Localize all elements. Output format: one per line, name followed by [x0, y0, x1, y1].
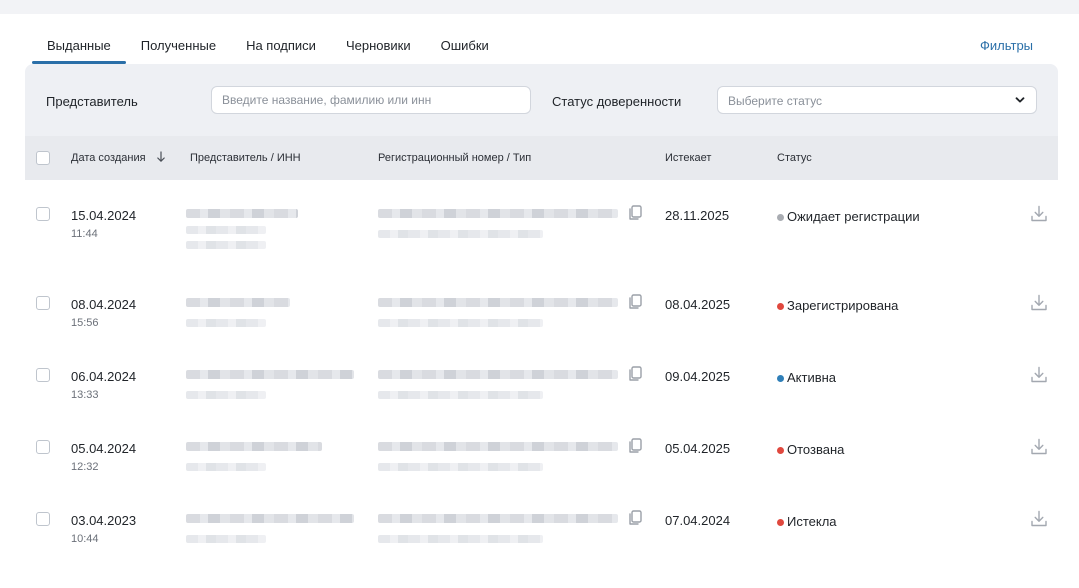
redacted-type [378, 230, 543, 238]
copy-icon[interactable] [626, 437, 644, 455]
row-expires: 08.04.2025 [665, 297, 731, 312]
status-dot [777, 303, 784, 310]
tab-errors[interactable]: Ошибки [426, 28, 504, 64]
tab-drafts[interactable]: Черновики [331, 28, 426, 64]
download-icon[interactable] [1029, 293, 1049, 313]
representative-label: Представитель [46, 94, 138, 109]
table-row[interactable]: 06.04.2024 13:33 09.04.2025 Активна [25, 366, 1058, 409]
status-dot [777, 375, 784, 382]
redacted-type [378, 319, 543, 327]
redacted-representative [186, 298, 290, 307]
redacted-reg-number [378, 514, 618, 523]
status-select[interactable]: Выберите статус [717, 86, 1037, 114]
row-time: 15:56 [71, 317, 99, 329]
redacted-inn [186, 319, 266, 327]
row-expires: 07.04.2024 [665, 513, 731, 528]
header-date[interactable]: Дата создания [71, 152, 146, 164]
copy-icon[interactable] [626, 204, 644, 222]
row-time: 10:44 [71, 533, 99, 545]
status-badge: Зарегистрирована [777, 297, 927, 315]
redacted-type [378, 463, 543, 471]
redacted-type [378, 535, 543, 543]
row-time: 13:33 [71, 389, 99, 401]
redacted-representative [186, 226, 266, 234]
header-representative: Представитель / ИНН [190, 152, 301, 164]
redacted-representative [186, 370, 354, 379]
row-expires: 28.11.2025 [665, 208, 730, 223]
tab-received[interactable]: Полученные [126, 28, 231, 64]
tab-for-signature[interactable]: На подписи [231, 28, 331, 64]
tab-bar: Выданные Полученные На подписи Черновики… [32, 28, 504, 64]
table-row[interactable]: 15.04.2024 11:44 28.11.2025 Ожидает реги… [25, 205, 1058, 268]
redacted-representative [186, 442, 322, 451]
select-all-checkbox[interactable] [36, 151, 50, 165]
download-icon[interactable] [1029, 204, 1049, 224]
table-row[interactable]: 08.04.2024 15:56 08.04.2025 Зарегистриро… [25, 294, 1058, 337]
row-date: 03.04.2023 [71, 513, 137, 528]
download-icon[interactable] [1029, 437, 1049, 457]
status-badge: Ожидает регистрации [777, 208, 927, 226]
redacted-inn [186, 535, 266, 543]
redacted-inn [186, 241, 266, 249]
arrow-down-icon[interactable] [156, 151, 166, 163]
row-checkbox[interactable] [36, 368, 50, 382]
redacted-inn [186, 391, 266, 399]
row-date: 08.04.2024 [71, 297, 137, 312]
status-text: Ожидает регистрации [787, 209, 920, 224]
table-row[interactable]: 03.04.2023 10:44 07.04.2024 Истекла [25, 510, 1058, 553]
header-expires: Истекает [665, 152, 712, 164]
redacted-representative [186, 209, 298, 218]
tab-issued[interactable]: Выданные [32, 28, 126, 64]
redacted-type [378, 391, 543, 399]
status-dot [777, 519, 784, 526]
status-text: Активна [787, 370, 837, 385]
status-dot [777, 214, 784, 221]
table-header: Дата создания Представитель / ИНН Регист… [25, 136, 1058, 180]
filters-link[interactable]: Фильтры [980, 38, 1033, 53]
chevron-down-icon [1015, 97, 1025, 103]
copy-icon[interactable] [626, 293, 644, 311]
row-date: 06.04.2024 [71, 369, 137, 384]
status-label: Статус доверенности [552, 94, 682, 109]
status-badge: Отозвана [777, 441, 927, 459]
status-text: Зарегистрирована [787, 298, 899, 313]
redacted-reg-number [378, 442, 618, 451]
redacted-reg-number [378, 298, 618, 307]
redacted-representative [186, 514, 354, 523]
copy-icon[interactable] [626, 365, 644, 383]
download-icon[interactable] [1029, 365, 1049, 385]
row-checkbox[interactable] [36, 207, 50, 221]
status-badge: Истекла [777, 513, 927, 531]
status-text: Отозвана [787, 442, 845, 457]
row-time: 12:32 [71, 461, 99, 473]
redacted-reg-number [378, 370, 618, 379]
status-dot [777, 447, 784, 454]
redacted-reg-number [378, 209, 618, 218]
row-checkbox[interactable] [36, 512, 50, 526]
row-checkbox[interactable] [36, 440, 50, 454]
row-date: 05.04.2024 [71, 441, 137, 456]
status-badge: Активна [777, 369, 927, 387]
row-expires: 05.04.2025 [665, 441, 731, 456]
table-row[interactable]: 05.04.2024 12:32 05.04.2025 Отозвана [25, 438, 1058, 481]
header-status: Статус [777, 152, 812, 164]
status-text: Истекла [787, 514, 837, 529]
download-icon[interactable] [1029, 509, 1049, 529]
filter-panel: Представитель Статус доверенности Выбери… [25, 64, 1058, 136]
row-checkbox[interactable] [36, 296, 50, 310]
status-select-value: Выберите статус [728, 94, 823, 108]
representative-search-input[interactable] [211, 86, 531, 114]
row-time: 11:44 [71, 228, 98, 240]
redacted-inn [186, 463, 266, 471]
row-expires: 09.04.2025 [665, 369, 731, 384]
top-band [0, 0, 1079, 14]
row-date: 15.04.2024 [71, 208, 137, 223]
header-reg-number: Регистрационный номер / Тип [378, 152, 532, 164]
copy-icon[interactable] [626, 509, 644, 527]
